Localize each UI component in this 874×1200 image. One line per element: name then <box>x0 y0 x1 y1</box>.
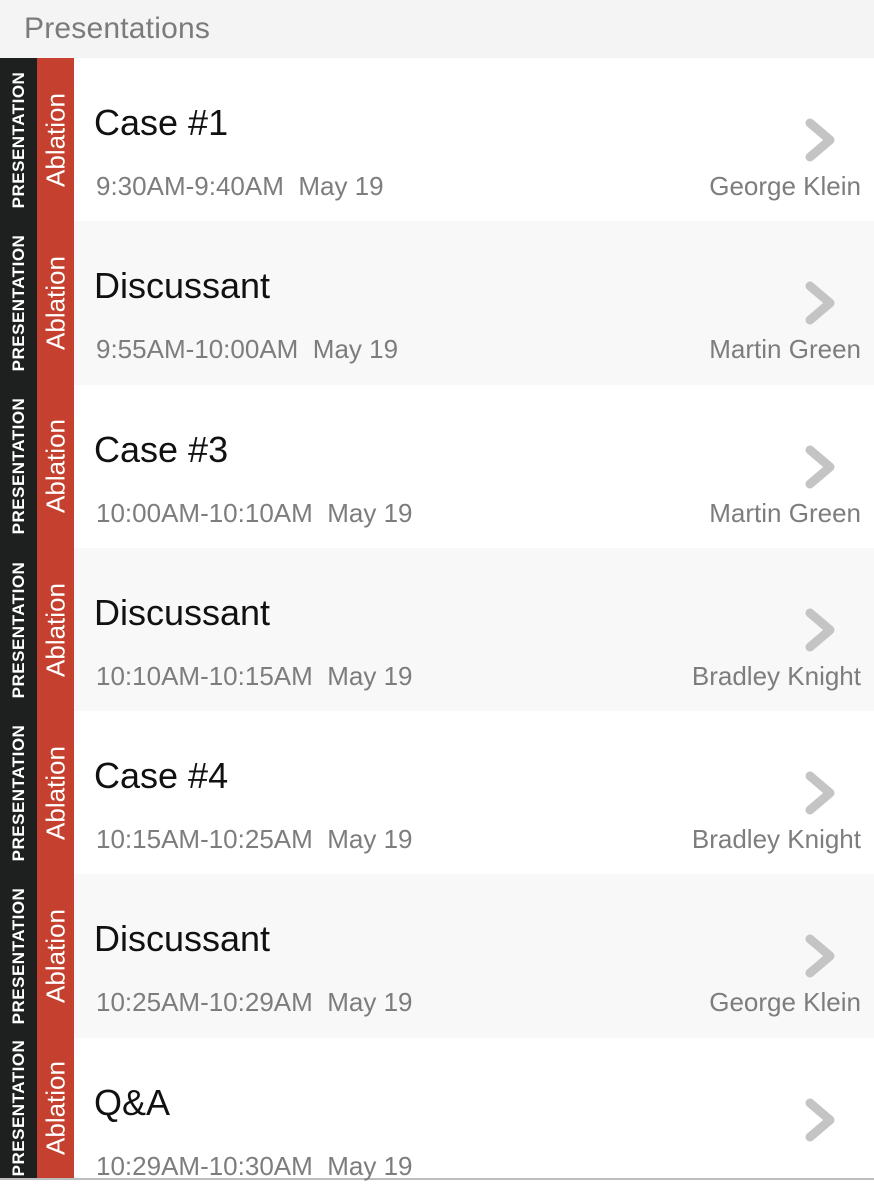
item-speaker: Bradley Knight <box>691 824 861 855</box>
type-stripe: PRESENTATION <box>0 547 37 712</box>
date: May 19 <box>327 824 413 855</box>
chevron-right-icon[interactable] <box>802 768 838 818</box>
item-speaker: Bradley Knight <box>691 660 861 691</box>
type-label: PRESENTATION <box>8 71 28 208</box>
time-range: 10:10AM-10:15AM <box>96 660 313 691</box>
track-stripe: Ablation <box>37 58 74 222</box>
chevron-right-icon[interactable] <box>802 931 838 981</box>
row-body: Case #3 10:00AM-10:10AM May 19 Martin Gr… <box>74 385 874 548</box>
list-item[interactable]: PRESENTATION Ablation Case #1 9:30AM-9:4… <box>0 58 874 222</box>
presentation-list: PRESENTATION Ablation Case #1 9:30AM-9:4… <box>0 58 874 1181</box>
item-title: Case #1 <box>94 102 229 143</box>
time-range: 10:29AM-10:30AM <box>96 1150 313 1181</box>
item-time: 9:30AM-9:40AM May 19 <box>96 171 384 202</box>
track-stripe: Ablation <box>37 711 74 875</box>
section-header: Presentations <box>0 0 874 58</box>
type-label: PRESENTATION <box>8 234 28 372</box>
date: May 19 <box>327 497 413 528</box>
item-title: Q&A <box>94 1081 171 1123</box>
item-time: 10:25AM-10:29AM May 19 <box>96 987 413 1018</box>
list-item[interactable]: PRESENTATION Ablation Discussant 10:25AM… <box>0 874 874 1038</box>
track-label: Ablation <box>40 909 70 1004</box>
list-item[interactable]: PRESENTATION Ablation Discussant 9:55AM-… <box>0 221 874 385</box>
type-label: PRESENTATION <box>8 397 28 535</box>
list-item[interactable]: PRESENTATION Ablation Q&A 10:29AM-10:30A… <box>0 1037 874 1181</box>
type-stripe: PRESENTATION <box>0 58 37 222</box>
item-title: Case #4 <box>94 755 229 797</box>
row-body: Discussant 10:25AM-10:29AM May 19 George… <box>74 874 874 1037</box>
chevron-right-icon[interactable] <box>802 278 838 328</box>
time-range: 10:25AM-10:29AM <box>96 987 313 1018</box>
time-range: 9:55AM-10:00AM <box>96 334 299 365</box>
item-speaker: George Klein <box>709 171 861 201</box>
type-stripe: PRESENTATION <box>0 874 37 1038</box>
item-title: Discussant <box>94 265 271 307</box>
date: May 19 <box>298 171 384 201</box>
date: May 19 <box>312 334 399 365</box>
track-label: Ablation <box>40 419 70 514</box>
track-label: Ablation <box>40 255 70 350</box>
item-time: 10:10AM-10:15AM May 19 <box>96 661 413 692</box>
track-label: Ablation <box>40 745 70 840</box>
chevron-right-icon[interactable] <box>802 442 838 492</box>
track-stripe: Ablation <box>37 1037 74 1178</box>
item-speaker: Martin Green <box>709 334 861 365</box>
date: May 19 <box>327 987 413 1018</box>
type-stripe: PRESENTATION <box>0 221 37 385</box>
item-title: Discussant <box>94 918 271 960</box>
track-label: Ablation <box>40 582 70 677</box>
row-body: Discussant 9:55AM-10:00AM May 19 Martin … <box>74 221 874 384</box>
list-item[interactable]: PRESENTATION Ablation Case #3 10:00AM-10… <box>0 384 874 548</box>
chevron-right-icon[interactable] <box>802 605 838 655</box>
item-time: 9:55AM-10:00AM May 19 <box>96 334 398 365</box>
row-body: Case #1 9:30AM-9:40AM May 19 George Klei… <box>74 58 874 221</box>
time-range: 9:30AM-9:40AM <box>96 171 284 201</box>
time-range: 10:15AM-10:25AM <box>96 824 313 855</box>
item-speaker: George Klein <box>709 987 861 1018</box>
track-stripe: Ablation <box>37 384 74 548</box>
item-time: 10:15AM-10:25AM May 19 <box>96 824 413 855</box>
track-stripe: Ablation <box>37 874 74 1038</box>
type-stripe: PRESENTATION <box>0 384 37 548</box>
type-label: PRESENTATION <box>8 887 28 1025</box>
date: May 19 <box>327 660 413 691</box>
item-time: 10:29AM-10:30AM May 19 <box>96 1151 413 1182</box>
track-stripe: Ablation <box>37 221 74 385</box>
item-speaker: Martin Green <box>709 497 861 528</box>
date: May 19 <box>327 1150 413 1181</box>
row-body: Q&A 10:29AM-10:30AM May 19 <box>74 1038 874 1181</box>
section-title: Presentations <box>24 12 211 45</box>
type-stripe: PRESENTATION <box>0 711 37 875</box>
list-item[interactable]: PRESENTATION Ablation Case #4 10:15AM-10… <box>0 711 874 875</box>
chevron-right-icon[interactable] <box>802 115 838 165</box>
type-stripe: PRESENTATION <box>0 1037 37 1178</box>
track-label: Ablation <box>40 92 70 187</box>
row-body: Discussant 10:10AM-10:15AM May 19 Bradle… <box>74 548 874 711</box>
type-label: PRESENTATION <box>8 561 28 698</box>
track-stripe: Ablation <box>37 547 74 712</box>
row-body: Case #4 10:15AM-10:25AM May 19 Bradley K… <box>74 711 874 874</box>
type-label: PRESENTATION <box>8 1039 28 1177</box>
type-label: PRESENTATION <box>8 724 28 862</box>
track-label: Ablation <box>40 1060 70 1155</box>
item-title: Discussant <box>94 591 271 633</box>
item-title: Case #3 <box>94 428 229 470</box>
time-range: 10:00AM-10:10AM <box>96 497 313 528</box>
chevron-right-icon[interactable] <box>802 1095 838 1145</box>
item-time: 10:00AM-10:10AM May 19 <box>96 498 413 529</box>
list-item[interactable]: PRESENTATION Ablation Discussant 10:10AM… <box>0 547 874 712</box>
